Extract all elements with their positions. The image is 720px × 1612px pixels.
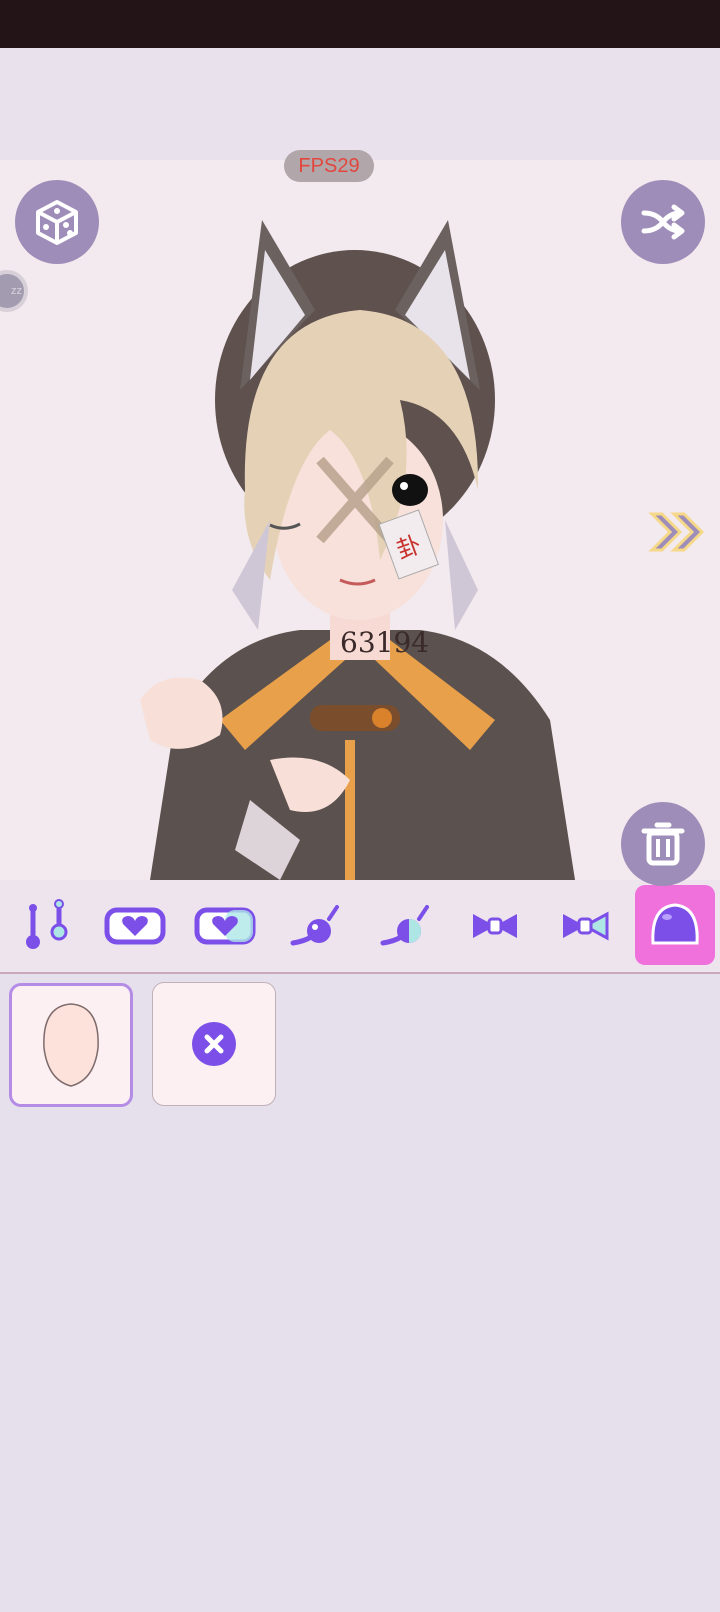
neck-tattoo: 63194 — [340, 626, 429, 659]
category-heart-badge-variant[interactable] — [180, 880, 270, 972]
dice-icon — [36, 200, 78, 245]
category-blush[interactable] — [270, 880, 360, 972]
bow-icon — [473, 914, 517, 938]
next-button[interactable] — [648, 510, 708, 559]
shuffle-icon — [641, 204, 685, 240]
option-remove[interactable] — [152, 982, 276, 1106]
category-heart-badge[interactable] — [90, 880, 180, 972]
remove-icon — [192, 1022, 236, 1066]
heart-badge-icon — [104, 907, 166, 945]
category-head-shape[interactable] — [635, 885, 715, 965]
head-shape-icon — [651, 903, 699, 945]
blush-swatch-icon — [290, 905, 339, 946]
random-button[interactable] — [15, 180, 99, 264]
trash-icon — [641, 822, 685, 866]
body-pose-icon — [26, 899, 68, 949]
shuffle-button[interactable] — [621, 180, 705, 264]
category-bar — [0, 880, 720, 974]
category-bow[interactable] — [450, 880, 540, 972]
double-chevron-right-icon — [648, 512, 705, 552]
heart-badge-variant-icon — [194, 907, 256, 945]
blush-swatch-variant-icon — [380, 905, 429, 946]
face-skin-icon — [43, 1003, 99, 1087]
category-blush-variant[interactable] — [360, 880, 450, 972]
side-tab-label: zz — [11, 285, 22, 297]
category-bow-variant[interactable] — [540, 880, 630, 972]
option-face-skin[interactable] — [9, 983, 133, 1107]
top-band — [0, 48, 720, 160]
character-illustration: 63194 卦 — [140, 220, 575, 880]
category-body-pose[interactable] — [0, 880, 90, 972]
fps-counter: FPS29 — [284, 150, 374, 182]
character-canvas: 63194 卦 — [0, 160, 720, 880]
bow-variant-icon — [563, 911, 609, 941]
delete-button[interactable] — [621, 802, 705, 886]
status-bar — [0, 0, 720, 48]
